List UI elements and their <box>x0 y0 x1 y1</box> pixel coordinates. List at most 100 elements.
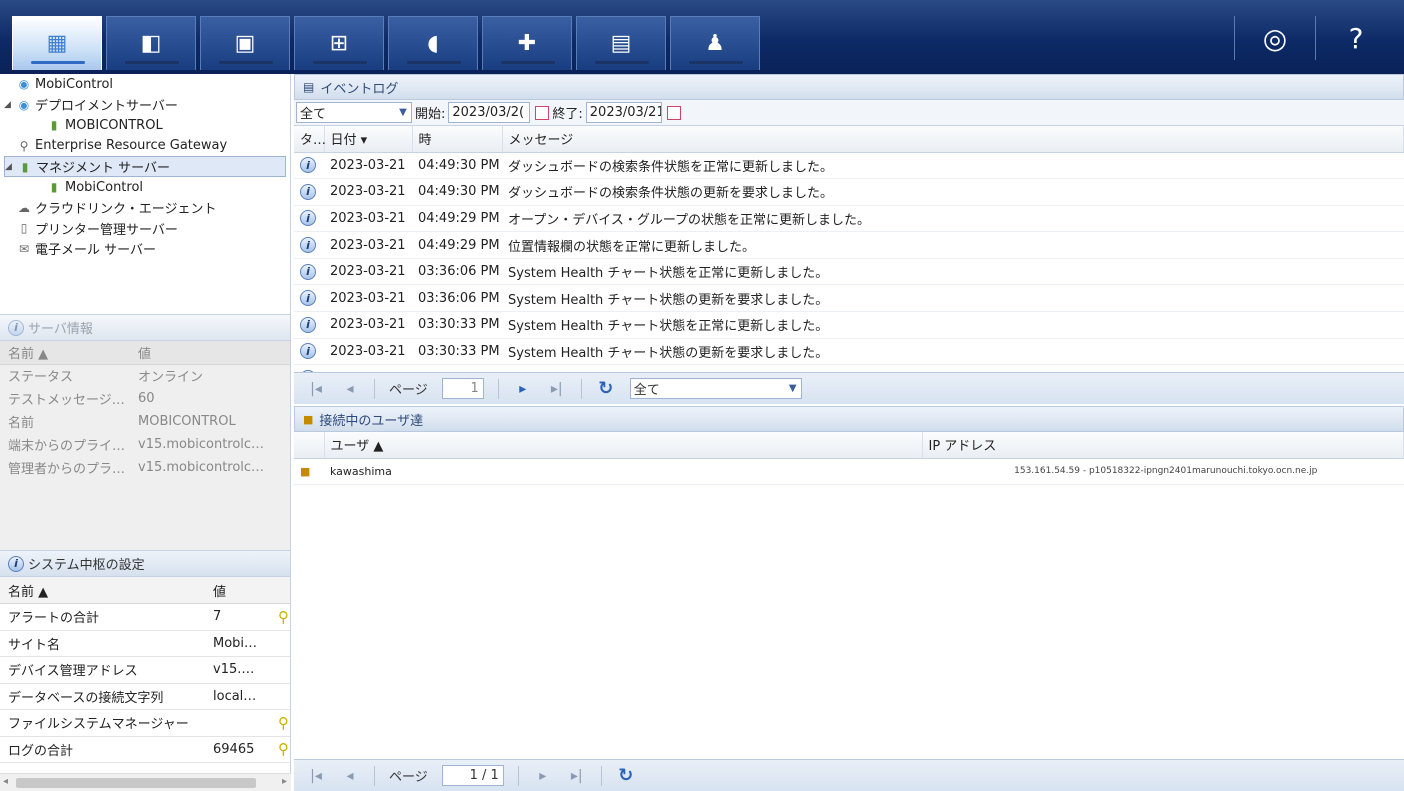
divider <box>374 765 375 786</box>
last-page-icon[interactable]: ▸| <box>547 381 567 397</box>
tree-node[interactable]: ◢ ▮ マネジメント サーバー <box>4 156 286 177</box>
calendar-icon[interactable] <box>535 105 550 120</box>
row-type: i <box>294 284 324 313</box>
start-date-input[interactable]: 2023/03/2( <box>448 102 531 123</box>
page-input[interactable]: 1 <box>441 378 484 399</box>
tree-node[interactable]: ◢ ◉ デプロイメントサーバー <box>4 95 286 116</box>
next-page-icon[interactable]: ▸ <box>513 381 533 397</box>
server-info-col-value[interactable]: 値 <box>130 341 290 365</box>
server-info-header[interactable]: i サーバ情報 <box>0 315 290 341</box>
horizontal-scrollbar[interactable]: ◂ ▸ <box>0 773 291 791</box>
row-edit-cell <box>270 656 290 684</box>
refresh-icon[interactable]: ↻ <box>616 765 636 786</box>
table-row[interactable]: i 2023-03-21 04:49:29 PM 位置情報欄の状態を正常に更新しました… <box>294 231 1404 259</box>
col-user[interactable]: ユーザ ▲ <box>324 432 923 459</box>
event-type-value: 全て <box>300 107 327 122</box>
table-row[interactable]: i 2023-03-21 03:36:06 PM System Health チャート… <box>294 284 1404 313</box>
event-type-select[interactable]: 全て ▼ <box>296 102 412 123</box>
divider <box>497 378 499 399</box>
tab-underline <box>407 61 461 64</box>
server-info-title: サーバ情報 <box>28 322 93 337</box>
tab-windows-desktop[interactable]: ▣ <box>200 16 290 70</box>
row-name: データベースの接続文字列 <box>0 683 205 710</box>
table-row[interactable]: i 2023-03-21 04:49:30 PM ダッシュボードの検索条件状態を正常に… <box>294 152 1404 180</box>
system-settings-row[interactable]: データベースの接続文字列 local… <box>0 683 290 710</box>
pager-filter-value: 全て <box>633 383 660 398</box>
calendar-icon[interactable] <box>666 105 681 120</box>
page-input[interactable]: 1 / 1 <box>441 765 504 786</box>
tab-underline <box>501 61 555 64</box>
first-page-icon[interactable]: |◂ <box>306 768 326 784</box>
table-row[interactable]: i 2023-03-21 03:30:33 PM System Health チャート… <box>294 311 1404 339</box>
divider <box>1234 16 1235 60</box>
row-value: v15.mobicontrolc… <box>138 437 265 452</box>
refresh-icon[interactable]: ↻ <box>596 378 616 399</box>
tab-android[interactable]: ✚ <box>482 16 572 70</box>
scroll-right-icon[interactable]: ▸ <box>282 776 287 787</box>
table-row[interactable]: i 2023-03-21 04:49:30 PM ダッシュボードの検索条件状態の更新を… <box>294 178 1404 206</box>
chevron-down-icon[interactable]: ▼ <box>785 383 801 394</box>
edit-wrench-icon[interactable]: ⚲ <box>270 709 290 737</box>
system-settings-row[interactable]: デバイス管理アドレス v15.… <box>0 656 290 684</box>
tab-apple[interactable]: ◖ <box>388 16 478 70</box>
tree-node-label: 電子メール サーバー <box>35 243 157 259</box>
table-row[interactable]: i 2023-03-21 03:30:33 PM System Health チャート… <box>294 338 1404 366</box>
table-row[interactable]: i 2023-03-21 04:49:29 PM オープン・デバイス・グループの状態を… <box>294 205 1404 233</box>
row-name: 管理者からのプラ… <box>8 462 126 477</box>
chevron-down-icon[interactable]: ▼ <box>395 107 411 118</box>
table-row[interactable]: i 2023-03-2103:21:24 PMパッケージ検索条件は正常に更新されま… <box>294 364 1404 372</box>
col-message[interactable]: メッセージ <box>502 126 1404 153</box>
server-info-col-name[interactable]: 名前 ▲ <box>0 341 130 365</box>
tree-node[interactable]: ▯ プリンター管理サーバー <box>4 218 286 239</box>
expander-icon[interactable]: ◢ <box>4 100 16 110</box>
mobicontrol-icon: ◉ <box>18 77 30 92</box>
tab-grid[interactable]: ▦ <box>12 16 102 70</box>
table-row[interactable]: i 2023-03-21 03:36:06 PM System Health チャート… <box>294 258 1404 286</box>
info-icon: i <box>300 183 316 200</box>
col-time[interactable]: 時 <box>412 126 503 153</box>
tree-node[interactable]: ▮ MOBICONTROL <box>4 115 286 136</box>
end-date-input[interactable]: 2023/03/21 <box>585 102 662 123</box>
system-settings-row[interactable]: アラートの合計 7 ⚲ <box>0 603 290 631</box>
col-icon <box>294 432 325 459</box>
tree-node[interactable]: ◉ MobiControl <box>4 74 286 95</box>
windows-mobile-icon: ◧ <box>140 31 162 56</box>
next-page-icon[interactable]: ▸ <box>533 768 553 784</box>
row-value: MOBICONTROL <box>138 414 236 429</box>
help-icon[interactable]: ? <box>1328 16 1384 60</box>
prev-page-icon[interactable]: ◂ <box>340 768 360 784</box>
pager-filter-select[interactable]: 全て ▼ <box>629 378 802 399</box>
tab-printer[interactable]: ▤ <box>576 16 666 70</box>
row-value: 69465 <box>205 736 270 763</box>
col-type[interactable]: タ… <box>294 126 326 153</box>
system-settings-col-name[interactable]: 名前 ▲ <box>0 577 205 604</box>
tab-windows-mobile[interactable]: ◧ <box>106 16 196 70</box>
scrollbar-thumb[interactable] <box>16 778 256 788</box>
col-date[interactable]: 日付 ▾ <box>324 126 413 153</box>
tree-node[interactable]: ⚲ Enterprise Resource Gateway <box>4 136 286 157</box>
tab-windows[interactable]: ⊞ <box>294 16 384 70</box>
tree-node[interactable]: ☁ クラウドリンク・エージェント <box>4 198 286 219</box>
prev-page-icon[interactable]: ◂ <box>340 381 360 397</box>
tab-underline <box>31 61 85 64</box>
scroll-left-icon[interactable]: ◂ <box>3 776 8 787</box>
system-settings-panel: i システム中枢の設定 名前 ▲ 値 アラートの合計 7 ⚲ サイト名 Mobi… デバイ… <box>0 550 290 763</box>
system-settings-row[interactable]: サイト名 Mobi… <box>0 630 290 657</box>
table-row[interactable]: ■ kawashima 153.161.54.59 - p10518322-ipng… <box>294 458 1404 486</box>
edit-wrench-icon[interactable]: ⚲ <box>270 736 290 763</box>
first-page-icon[interactable]: |◂ <box>306 381 326 397</box>
system-settings-header[interactable]: i システム中枢の設定 <box>0 551 290 577</box>
system-settings-row[interactable]: ファイルシステムマネージャー ⚲ <box>0 709 290 737</box>
log-icon: ▤ <box>303 80 315 94</box>
expander-icon[interactable]: ◢ <box>5 162 17 172</box>
edit-wrench-icon[interactable]: ⚲ <box>270 603 290 631</box>
col-ip[interactable]: IP アドレス <box>922 432 1404 459</box>
headset-icon[interactable]: ◎ <box>1247 16 1303 60</box>
tree-node[interactable]: ▮ MobiControl <box>4 177 286 198</box>
last-page-icon[interactable]: ▸| <box>567 768 587 784</box>
tab-linux[interactable]: ♟ <box>670 16 760 70</box>
tree-node[interactable]: ✉ 電子メール サーバー <box>4 239 286 260</box>
system-settings-col-value[interactable]: 値 <box>205 577 270 604</box>
row-message: ダッシュボードの検索条件状態の更新を要求しました。 <box>502 178 1404 206</box>
system-settings-row[interactable]: ログの合計 69465 ⚲ <box>0 736 290 763</box>
